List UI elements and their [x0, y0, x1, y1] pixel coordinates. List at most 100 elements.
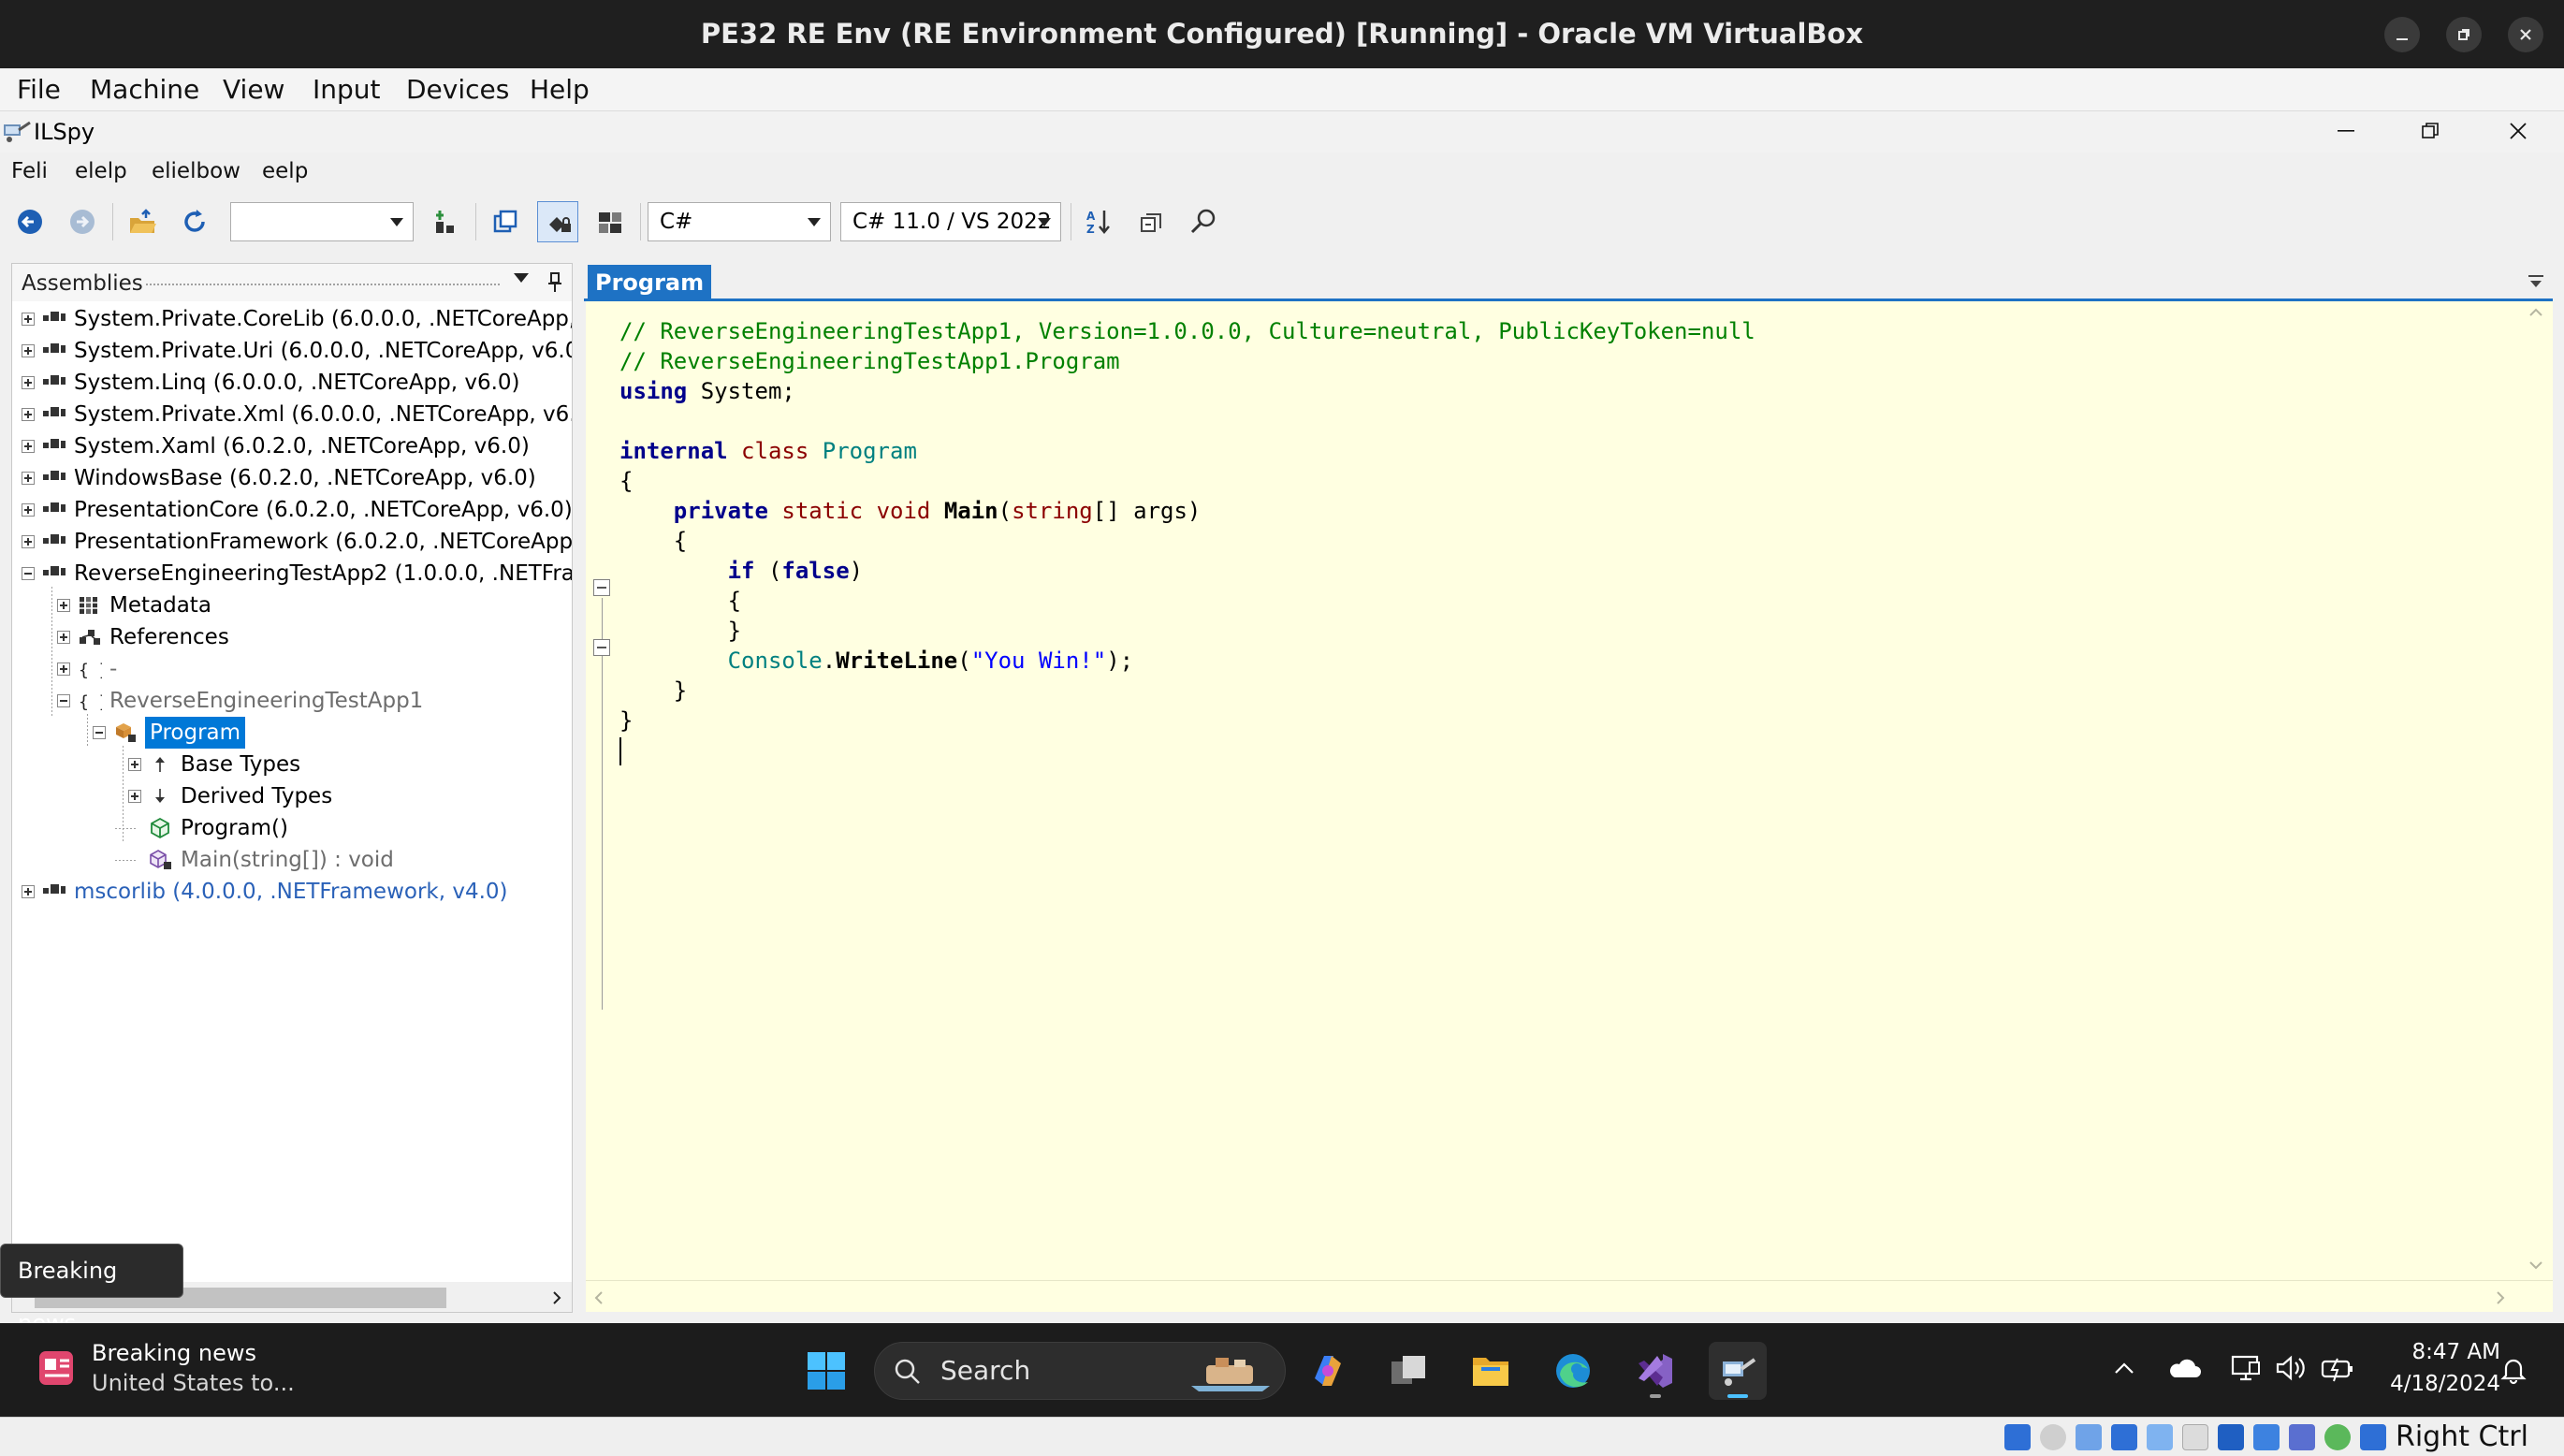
sort-button[interactable]: AZ: [1078, 201, 1119, 242]
network-status-icon[interactable]: [2111, 1424, 2137, 1450]
shared-folders-status-icon[interactable]: [2182, 1424, 2208, 1450]
show-compiler-generated-button[interactable]: [590, 201, 631, 242]
collapse-icon[interactable]: [57, 694, 70, 707]
collapse-all-button[interactable]: [1130, 201, 1172, 242]
recording-status-icon[interactable]: [2253, 1424, 2280, 1450]
tree-node-system-linq-6-0-0-0-netcoreapp-v6-0[interactable]: System.Linq (6.0.0.0, .NETCoreApp, v6.0): [22, 367, 572, 399]
language-version-combo[interactable]: C# 11.0 / VS 2022: [840, 202, 1061, 241]
tree-node-program[interactable]: Program: [93, 717, 572, 749]
tree-node-system-private-xml-6-0-0-0-netcoreapp-v6-0[interactable]: System.Private.Xml (6.0.0.0, .NETCoreApp…: [22, 399, 572, 430]
tab-list-icon[interactable]: [2525, 272, 2547, 291]
ilspy-menu-view[interactable]: elelp: [75, 153, 127, 190]
vbox-menu-help[interactable]: Help: [530, 68, 590, 111]
search-button[interactable]: [1183, 201, 1224, 242]
expand-icon[interactable]: [22, 472, 35, 485]
taskbar-search[interactable]: Search: [874, 1342, 1286, 1400]
chevron-left-icon[interactable]: [593, 1290, 605, 1305]
tree-node-derived-types[interactable]: Derived Types: [128, 780, 572, 812]
clock-time[interactable]: 8:47 AM: [2397, 1340, 2500, 1364]
expand-icon[interactable]: [22, 440, 35, 453]
close-button[interactable]: [2508, 17, 2543, 52]
notification-bell-icon[interactable]: [2498, 1355, 2528, 1385]
taskbar-file-explorer[interactable]: [1462, 1342, 1520, 1400]
expand-icon[interactable]: [22, 885, 35, 898]
expand-icon[interactable]: [22, 408, 35, 421]
ilspy-menu-file[interactable]: Feli: [11, 153, 48, 190]
tree-node-system-private-corelib-6-0-0-0-netcoreapp-v6[interactable]: System.Private.CoreLib (6.0.0.0, .NETCor…: [22, 303, 572, 335]
expand-icon[interactable]: [57, 599, 70, 612]
expand-icon[interactable]: [128, 758, 141, 771]
chevron-down-icon[interactable]: [2528, 1259, 2543, 1271]
panel-menu-chevron-icon[interactable]: [514, 273, 529, 283]
expand-icon[interactable]: [22, 344, 35, 357]
usb-status-icon[interactable]: [2147, 1424, 2173, 1450]
expand-icon[interactable]: [57, 662, 70, 676]
network-icon[interactable]: [2229, 1353, 2263, 1383]
language-combo[interactable]: C#: [648, 202, 831, 241]
tree-node-reverseengineeringtestapp1[interactable]: { } ReverseEngineeringTestApp1: [57, 685, 572, 717]
news-title[interactable]: Breaking news: [92, 1340, 256, 1366]
chevron-right-icon[interactable]: [549, 1290, 564, 1305]
taskbar-edge[interactable]: [1544, 1342, 1602, 1400]
tree-node-main-string-void[interactable]: Main(string[]) : void: [115, 844, 572, 876]
battery-icon[interactable]: [2319, 1353, 2356, 1383]
collapse-icon[interactable]: [22, 567, 35, 580]
vbox-menu-file[interactable]: File: [17, 68, 61, 111]
tree-node-mscorlib-4-0-0-0-netframework-v4-0[interactable]: mscorlib (4.0.0.0, .NETFramework, v4.0): [22, 876, 572, 908]
tree-node-metadata[interactable]: Metadata: [57, 590, 572, 621]
cpu-status-icon[interactable]: [2289, 1424, 2315, 1450]
chevron-up-icon[interactable]: [2528, 307, 2543, 318]
keyboard-capture-status-icon[interactable]: [2360, 1424, 2386, 1450]
hard-disk-status-icon[interactable]: [2004, 1424, 2031, 1450]
tree-node-program[interactable]: Program(): [115, 812, 572, 844]
news-widget-button[interactable]: [34, 1346, 80, 1392]
tree-node-reverseengineeringtestapp2-1-0-0-0-netframe[interactable]: ReverseEngineeringTestApp2 (1.0.0.0, .NE…: [22, 558, 572, 590]
mouse-integration-status-icon[interactable]: [2324, 1424, 2351, 1450]
maximize-button[interactable]: [2446, 17, 2482, 52]
minimize-button[interactable]: [2384, 17, 2420, 52]
ilspy-menu-window[interactable]: elielbow: [152, 153, 240, 190]
taskbar-task-view[interactable]: [1379, 1342, 1437, 1400]
tree-node-windowsbase-6-0-2-0-netcoreapp-v6-0[interactable]: WindowsBase (6.0.2.0, .NETCoreApp, v6.0): [22, 462, 572, 494]
open-button[interactable]: [122, 201, 163, 242]
back-button[interactable]: [9, 201, 51, 242]
clock-date[interactable]: 4/18/2024: [2379, 1372, 2500, 1396]
vbox-menu-machine[interactable]: Machine: [90, 68, 199, 111]
forward-button[interactable]: [62, 201, 103, 242]
decompiled-code-editor[interactable]: // ReverseEngineeringTestApp1, Version=1…: [586, 301, 2519, 1280]
optical-drive-status-icon[interactable]: [2040, 1424, 2066, 1450]
vbox-menu-input[interactable]: Input: [313, 68, 381, 111]
class-name[interactable]: Program: [823, 438, 917, 464]
start-button[interactable]: [797, 1342, 855, 1400]
pin-icon[interactable]: [546, 271, 564, 294]
chevron-up-icon[interactable]: [2113, 1359, 2135, 1377]
manage-assembly-lists-button[interactable]: [425, 201, 466, 242]
taskbar-ilspy[interactable]: [1709, 1342, 1767, 1400]
tree-node-presentationframework-6-0-2-0-netcoreapp-v[interactable]: PresentationFramework (6.0.2.0, .NETCore…: [22, 526, 572, 558]
tree-node-presentationcore-6-0-2-0-netcoreapp-v6-0[interactable]: PresentationCore (6.0.2.0, .NETCoreApp, …: [22, 494, 572, 526]
taskbar-visual-studio[interactable]: [1626, 1342, 1684, 1400]
vbox-menu-view[interactable]: View: [223, 68, 284, 111]
show-all-button[interactable]: [485, 201, 526, 242]
ilspy-minimize-button[interactable]: [2304, 111, 2388, 153]
display-status-icon[interactable]: [2218, 1424, 2244, 1450]
assembly-list-combo[interactable]: [230, 202, 414, 241]
ilspy-maximize-button[interactable]: [2388, 111, 2472, 153]
ilspy-menu-help[interactable]: eelp: [262, 153, 308, 190]
tree-node-base-types[interactable]: Base Types: [128, 749, 572, 780]
expand-icon[interactable]: [22, 503, 35, 517]
editor-horizontal-scrollbar[interactable]: [586, 1280, 2553, 1312]
method-writeline[interactable]: WriteLine: [836, 648, 957, 674]
tree-node-references[interactable]: References: [57, 621, 572, 653]
onedrive-cloud-icon[interactable]: [2167, 1355, 2201, 1381]
expand-icon[interactable]: [22, 313, 35, 326]
vbox-menu-devices[interactable]: Devices: [406, 68, 509, 111]
tree-node-system-private-uri-6-0-0-0-netcoreapp-v6-0[interactable]: System.Private.Uri (6.0.0.0, .NETCoreApp…: [22, 335, 572, 367]
volume-icon[interactable]: [2274, 1353, 2308, 1383]
fold-toggle-class[interactable]: [593, 579, 610, 596]
tab-program[interactable]: Program: [588, 265, 712, 300]
collapse-icon[interactable]: [93, 726, 106, 739]
audio-status-icon[interactable]: [2076, 1424, 2102, 1450]
news-subtitle[interactable]: United States to...: [92, 1370, 295, 1396]
tree-node-item[interactable]: { }-: [57, 653, 572, 685]
